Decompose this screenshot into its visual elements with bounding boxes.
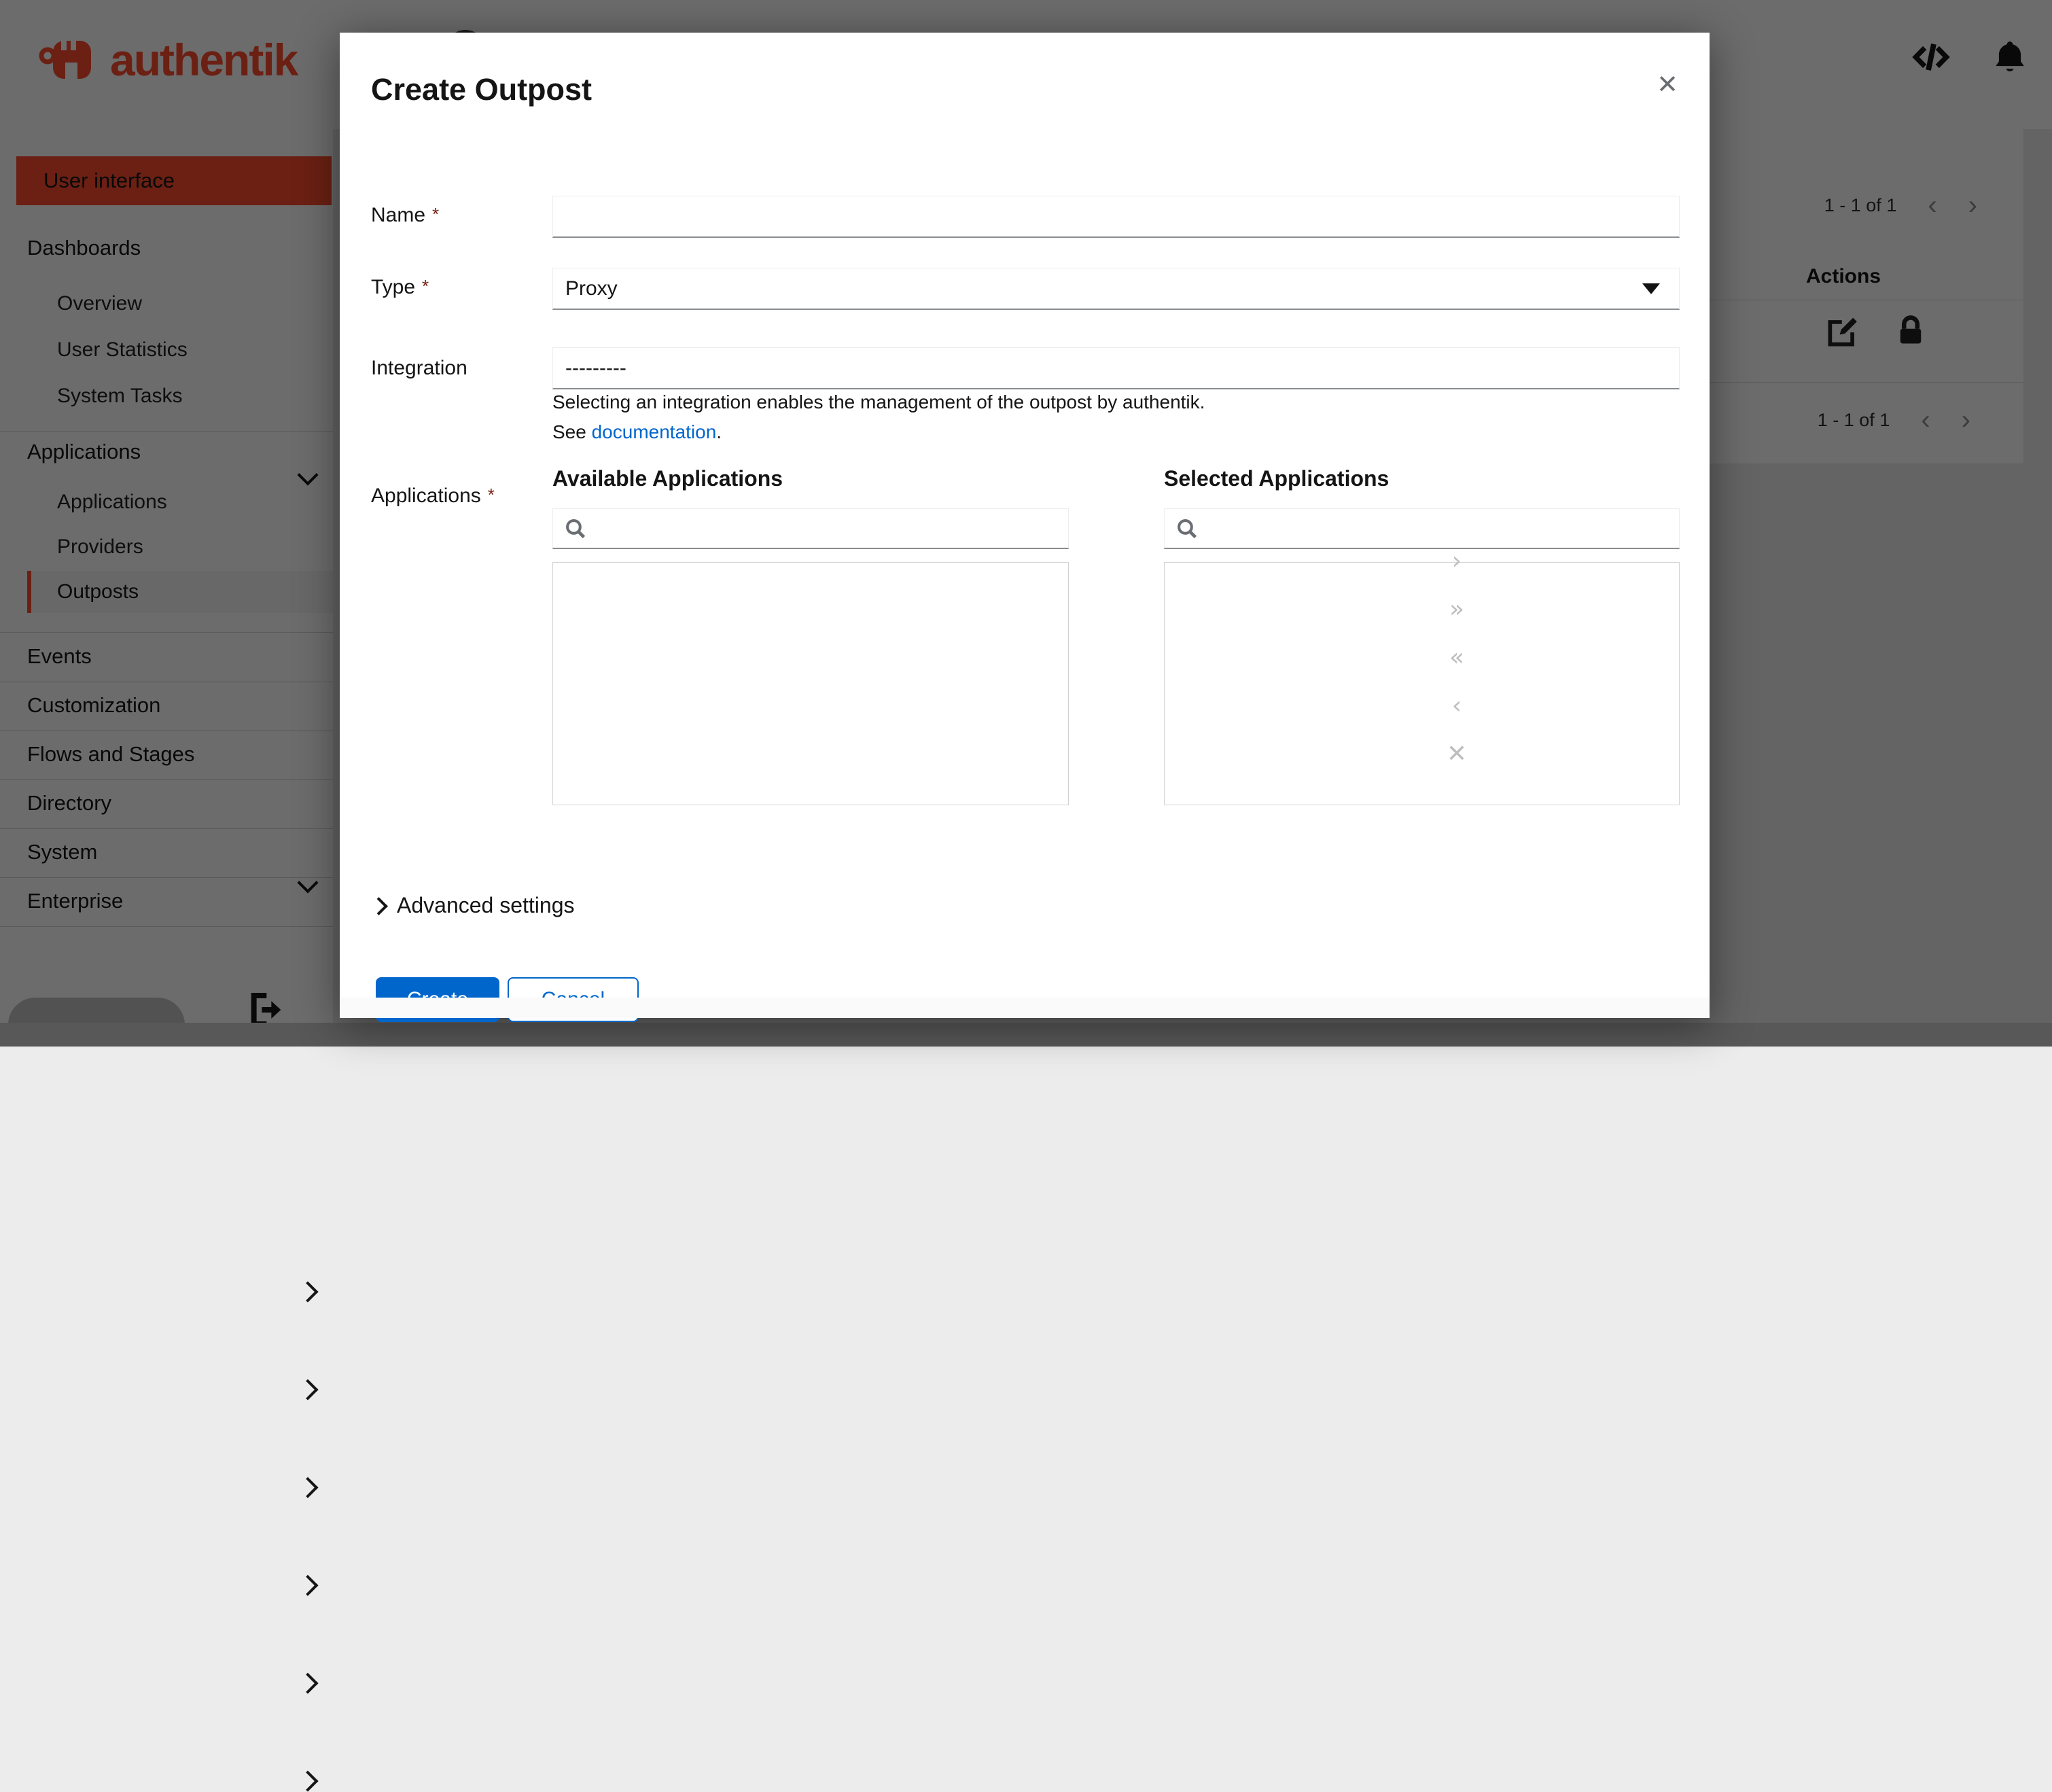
modal-footer-strip [340,998,1710,1018]
modal-title: Create Outpost [371,72,592,107]
advanced-settings-toggle[interactable]: Advanced settings [397,893,575,918]
type-select[interactable]: Proxy [552,268,1680,310]
integration-select[interactable]: --------- [552,347,1680,389]
integration-label: Integration [371,357,467,379]
applications-label: Applications * [371,485,495,507]
dropdown-caret-icon [1642,283,1660,294]
integration-help-docs: See documentation. [552,421,722,442]
search-icon [1178,519,1197,538]
move-selected-right-icon[interactable]: › [1452,549,1462,574]
chevron-right-icon [297,1672,319,1694]
chevron-right-icon [297,1575,319,1596]
type-label: Type * [371,276,429,298]
selected-search-input[interactable] [1208,516,1679,540]
name-label: Name * [371,204,440,226]
available-search-input[interactable] [597,516,1068,540]
create-outpost-modal: Create Outpost ✕ Name * Type * Proxy Integ… [340,33,1710,1022]
transfer-controls: › » « ‹ ✕ [1424,549,1489,767]
move-selected-left-icon[interactable]: ‹ [1452,694,1462,718]
move-all-right-icon[interactable]: » [1449,597,1464,622]
required-marker: * [432,204,440,224]
selected-applications-title: Selected Applications [1164,466,1390,491]
available-applications-title: Available Applications [552,466,783,491]
available-applications-listbox[interactable] [552,562,1069,805]
name-field[interactable] [552,196,1680,238]
selected-search[interactable] [1164,508,1680,549]
search-icon [566,519,586,538]
chevron-right-icon [297,1281,319,1303]
required-marker: * [487,485,495,505]
integration-select-value: --------- [565,356,626,379]
available-search[interactable] [552,508,1069,549]
chevron-right-icon [297,1477,319,1498]
type-select-value: Proxy [565,277,618,300]
integration-help-text: Selecting an integration enables the man… [552,391,1205,412]
documentation-link[interactable]: documentation [592,421,717,442]
chevron-right-icon [297,1770,319,1792]
move-all-left-icon[interactable]: « [1449,646,1464,670]
close-icon[interactable]: ✕ [1657,72,1678,98]
selected-applications-listbox[interactable] [1164,562,1680,805]
chevron-right-icon [297,1379,319,1401]
required-marker: * [422,276,429,296]
clear-selection-icon[interactable]: ✕ [1447,742,1467,767]
chevron-right-icon [370,897,388,915]
